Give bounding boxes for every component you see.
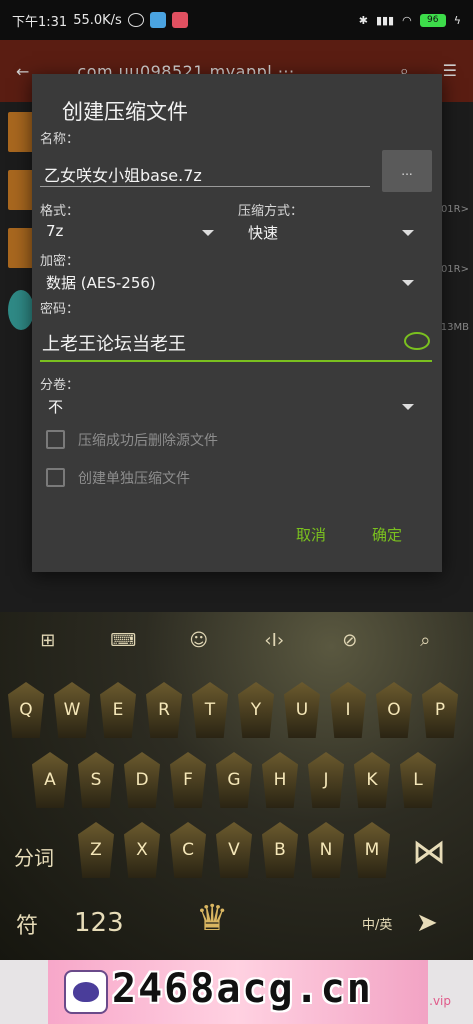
app-notification-icon [149,12,166,28]
format-select[interactable]: 7z [46,222,63,240]
folder-icon [8,112,34,152]
key-a[interactable]: A [32,752,68,808]
name-label: 名称： [40,132,80,147]
key-s[interactable]: S [78,752,114,808]
password-label: 密码： [40,302,80,317]
encryption-label: 加密： [40,254,80,269]
show-password-eye-icon[interactable] [404,332,430,350]
key-j[interactable]: J [308,752,344,808]
file-meta: 01R> [440,264,469,275]
split-label: 分卷： [40,378,80,393]
separate-archive-checkbox[interactable] [46,468,65,487]
wifi-icon: ◠ [402,13,412,27]
key-n[interactable]: N [308,822,344,878]
cancel-button[interactable]: 取消 [296,524,326,545]
compression-select[interactable]: 快速 [248,222,278,243]
key-p[interactable]: P [422,682,458,738]
cursor-icon[interactable]: ‹I› [259,630,289,651]
keyboard-toolbar: ⊞ ⌨ ☺ ‹I› ⊘ ⌕ [0,612,473,668]
back-arrow-icon[interactable]: ← [16,62,29,81]
archive-name-field[interactable]: 乙女咲女小姐base.7z [44,162,202,186]
space-crown-icon[interactable]: ♛ [196,898,228,939]
backspace-butterfly-icon[interactable]: ⋈ [412,832,446,872]
emoji-icon[interactable]: ☺ [184,630,214,651]
charging-icon: ϟ [453,13,461,27]
file-meta: 01R> [440,204,469,215]
link-icon[interactable]: ⊘ [335,630,365,651]
key-e[interactable]: E [100,682,136,738]
key-f[interactable]: F [170,752,206,808]
fenci-key[interactable]: 分词 [14,842,54,871]
key-g[interactable]: G [216,752,252,808]
status-bar: 下午1:31 55.0K/s ✱ ▮▮▮ ◠ 96 ϟ [0,0,473,40]
ok-button[interactable]: 确定 [372,524,402,545]
format-dropdown-arrow-icon[interactable] [202,230,214,236]
key-k[interactable]: K [354,752,390,808]
key-o[interactable]: O [376,682,412,738]
symbol-key[interactable]: 符 [16,908,38,940]
keyboard: ⊞ ⌨ ☺ ‹I› ⊘ ⌕ Q W E R T Y U I O P A S D … [0,612,473,960]
encryption-dropdown-arrow-icon[interactable] [402,280,414,286]
number-key[interactable]: 123 [74,908,124,938]
folder-icon [8,170,34,210]
name-underline [40,186,370,187]
file-meta: 13MB [440,322,469,333]
split-select[interactable]: 不 [48,396,63,417]
banner-vip-text: .vip [429,994,451,1008]
key-h[interactable]: H [262,752,298,808]
delete-source-checkbox[interactable] [46,430,65,449]
key-v[interactable]: V [216,822,252,878]
grid-icon[interactable]: ⊞ [33,630,63,651]
password-field[interactable]: 上老王论坛当老王 [42,330,186,356]
key-b[interactable]: B [262,822,298,878]
key-z[interactable]: Z [78,822,114,878]
keyboard-icon[interactable]: ⌨ [108,630,138,651]
key-r[interactable]: R [146,682,182,738]
delete-source-label: 压缩成功后删除源文件 [78,433,218,449]
compression-label: 压缩方式： [238,204,304,219]
key-t[interactable]: T [192,682,228,738]
key-x[interactable]: X [124,822,160,878]
key-u[interactable]: U [284,682,320,738]
encryption-select[interactable]: 数据 (AES-256) [46,272,156,293]
key-d[interactable]: D [124,752,160,808]
enter-arrow-icon[interactable]: ➤ [416,908,438,938]
signal-icon: ▮▮▮ [375,13,395,27]
status-network-speed: 55.0K/s [73,12,122,28]
split-dropdown-arrow-icon[interactable] [402,404,414,410]
app-notification-icon-2 [171,12,188,28]
android-icon [8,290,34,330]
key-y[interactable]: Y [238,682,274,738]
create-archive-dialog: 创建压缩文件 名称： 乙女咲女小姐base.7z ... 格式： 7z 压缩方式… [32,74,442,572]
format-label: 格式： [40,204,80,219]
language-toggle-key[interactable]: 中/英 [362,914,392,933]
folder-icon [8,228,34,268]
browse-button[interactable]: ... [382,150,432,192]
alarm-icon [127,13,144,27]
site-logo [64,970,108,1014]
search-icon[interactable]: ⌕ [410,630,440,651]
compression-dropdown-arrow-icon[interactable] [402,230,414,236]
key-q[interactable]: Q [8,682,44,738]
watermark-banner: 2468acg.cn .vip [0,960,473,1024]
dialog-title: 创建压缩文件 [62,100,188,124]
list-view-icon[interactable]: ☰ [443,61,457,81]
key-m[interactable]: M [354,822,390,878]
key-l[interactable]: L [400,752,436,808]
banner-brand-text: 2468acg.cn [112,966,373,1012]
battery-icon: 96 [419,13,446,27]
key-i[interactable]: I [330,682,366,738]
key-w[interactable]: W [54,682,90,738]
key-c[interactable]: C [170,822,206,878]
bluetooth-icon: ✱ [358,13,368,27]
separate-archive-label: 创建单独压缩文件 [78,471,190,487]
password-underline [40,360,432,362]
status-time: 下午1:31 [12,14,68,30]
